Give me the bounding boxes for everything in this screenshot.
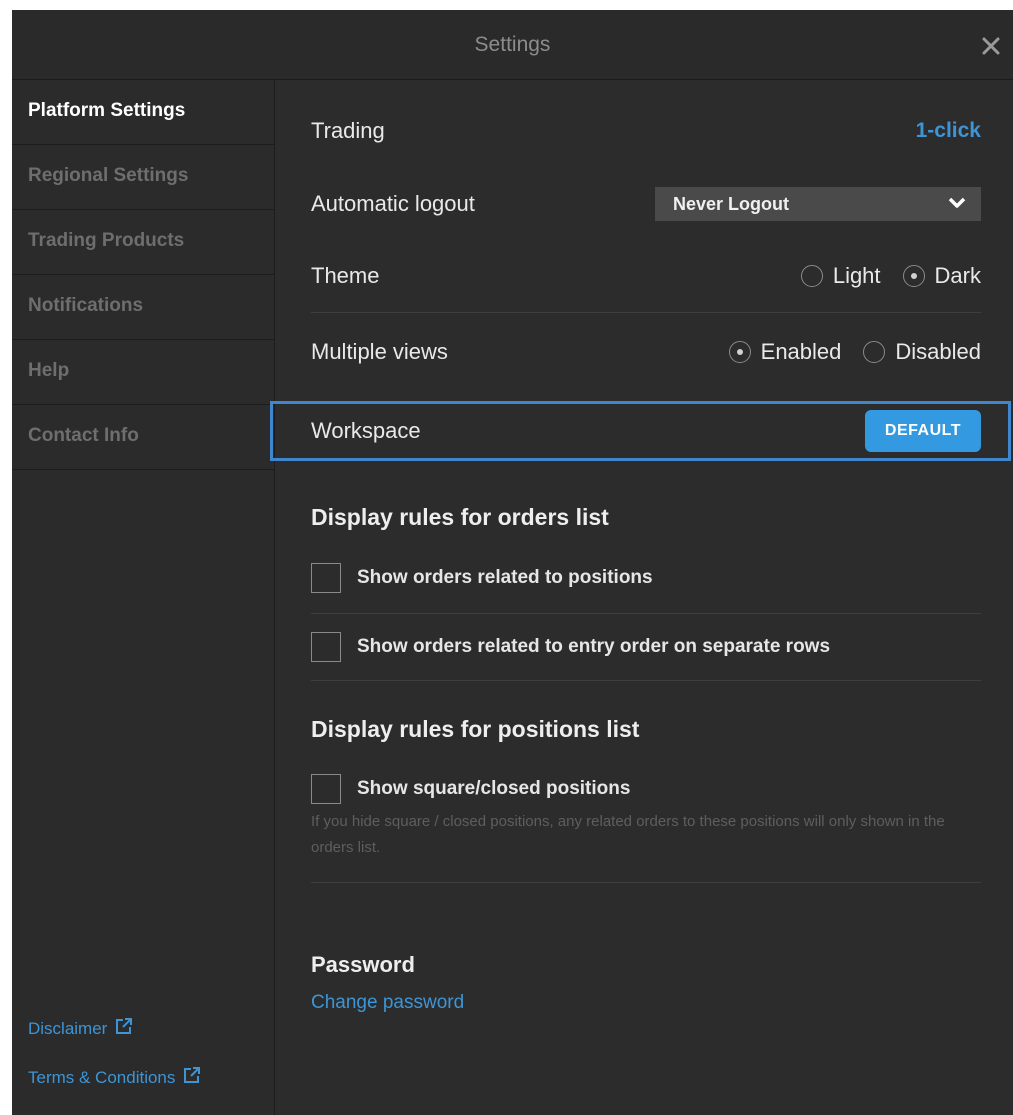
- theme-option-dark-label: Dark: [934, 263, 981, 288]
- trading-row: Trading 1-click: [311, 116, 981, 146]
- positions-option-closed[interactable]: Show square/closed positions: [311, 774, 630, 804]
- views-option-disabled-label: Disabled: [895, 339, 981, 364]
- radio-disabled[interactable]: [863, 341, 886, 363]
- automatic-logout-select[interactable]: Never Logout: [655, 187, 981, 221]
- title-bar: Settings: [12, 10, 1013, 80]
- theme-label: Theme: [311, 263, 380, 288]
- automatic-logout-label: Automatic logout: [311, 191, 475, 216]
- workspace-row: Workspace DEFAULT: [311, 404, 981, 458]
- trading-label: Trading: [311, 118, 385, 143]
- workspace-default-button[interactable]: DEFAULT: [864, 410, 981, 452]
- theme-option-light-label: Light: [832, 263, 881, 288]
- terms-conditions-label: Terms & Conditions: [28, 1067, 176, 1087]
- theme-option-dark[interactable]: Dark: [902, 263, 981, 289]
- multiple-views-label: Multiple views: [311, 339, 448, 364]
- theme-radio-group: Light Dark: [789, 263, 981, 289]
- divider: [311, 613, 981, 614]
- orders-option-positions[interactable]: Show orders related to positions: [311, 563, 653, 593]
- orders-option-entry-rows[interactable]: Show orders related to entry order on se…: [311, 632, 830, 662]
- close-icon[interactable]: [977, 32, 1005, 60]
- radio-dark[interactable]: [902, 265, 925, 287]
- radio-light[interactable]: [800, 265, 823, 287]
- disclaimer-link[interactable]: Disclaimer: [28, 1017, 133, 1040]
- sidebar-item-regional-settings[interactable]: Regional Settings: [12, 145, 274, 210]
- orders-entry-rows-checkbox[interactable]: [311, 632, 341, 662]
- settings-panel: Trading 1-click Automatic logout Never L…: [270, 80, 1013, 1115]
- theme-row: Theme Light Dark: [311, 258, 981, 294]
- multiple-views-row: Multiple views Enabled Disabled: [311, 334, 981, 370]
- orders-positions-label: Show orders related to positions: [357, 567, 653, 588]
- trading-mode-link[interactable]: 1-click: [916, 119, 981, 143]
- external-link-icon: [115, 1017, 133, 1040]
- divider: [311, 680, 981, 681]
- change-password-link[interactable]: Change password: [311, 992, 464, 1014]
- automatic-logout-value: Never Logout: [673, 193, 790, 214]
- sidebar-item-notifications[interactable]: Notifications: [12, 275, 274, 340]
- orders-section-title: Display rules for orders list: [311, 504, 609, 530]
- password-section-title: Password: [311, 952, 415, 977]
- sidebar-item-trading-products[interactable]: Trading Products: [12, 210, 274, 275]
- external-link-icon: [183, 1066, 201, 1089]
- views-option-disabled[interactable]: Disabled: [863, 339, 981, 365]
- divider: [311, 882, 981, 883]
- automatic-logout-row: Automatic logout Never Logout: [311, 186, 981, 222]
- disclaimer-label: Disclaimer: [28, 1018, 108, 1038]
- settings-dialog: Settings Platform Settings Regional Sett…: [12, 10, 1013, 1115]
- workspace-label: Workspace: [311, 418, 421, 443]
- positions-closed-checkbox[interactable]: [311, 774, 341, 804]
- orders-entry-rows-label: Show orders related to entry order on se…: [357, 636, 831, 657]
- positions-section-title: Display rules for positions list: [311, 716, 640, 742]
- sidebar-item-help[interactable]: Help: [12, 340, 274, 405]
- orders-positions-checkbox[interactable]: [311, 563, 341, 593]
- views-option-enabled[interactable]: Enabled: [728, 339, 842, 365]
- radio-enabled[interactable]: [728, 341, 751, 363]
- theme-option-light[interactable]: Light: [800, 263, 881, 289]
- positions-hint-text: If you hide square / closed positions, a…: [311, 813, 945, 856]
- divider: [311, 312, 981, 313]
- terms-conditions-link[interactable]: Terms & Conditions: [28, 1066, 201, 1089]
- positions-closed-label: Show square/closed positions: [357, 778, 631, 799]
- multiple-views-radio-group: Enabled Disabled: [717, 339, 981, 365]
- chevron-down-icon: [947, 194, 967, 215]
- dialog-title: Settings: [474, 33, 551, 56]
- views-option-enabled-label: Enabled: [760, 339, 842, 364]
- sidebar-item-contact-info[interactable]: Contact Info: [12, 405, 274, 470]
- sidebar-item-platform-settings[interactable]: Platform Settings: [12, 80, 274, 145]
- sidebar-nav: Platform Settings Regional Settings Trad…: [12, 80, 275, 1115]
